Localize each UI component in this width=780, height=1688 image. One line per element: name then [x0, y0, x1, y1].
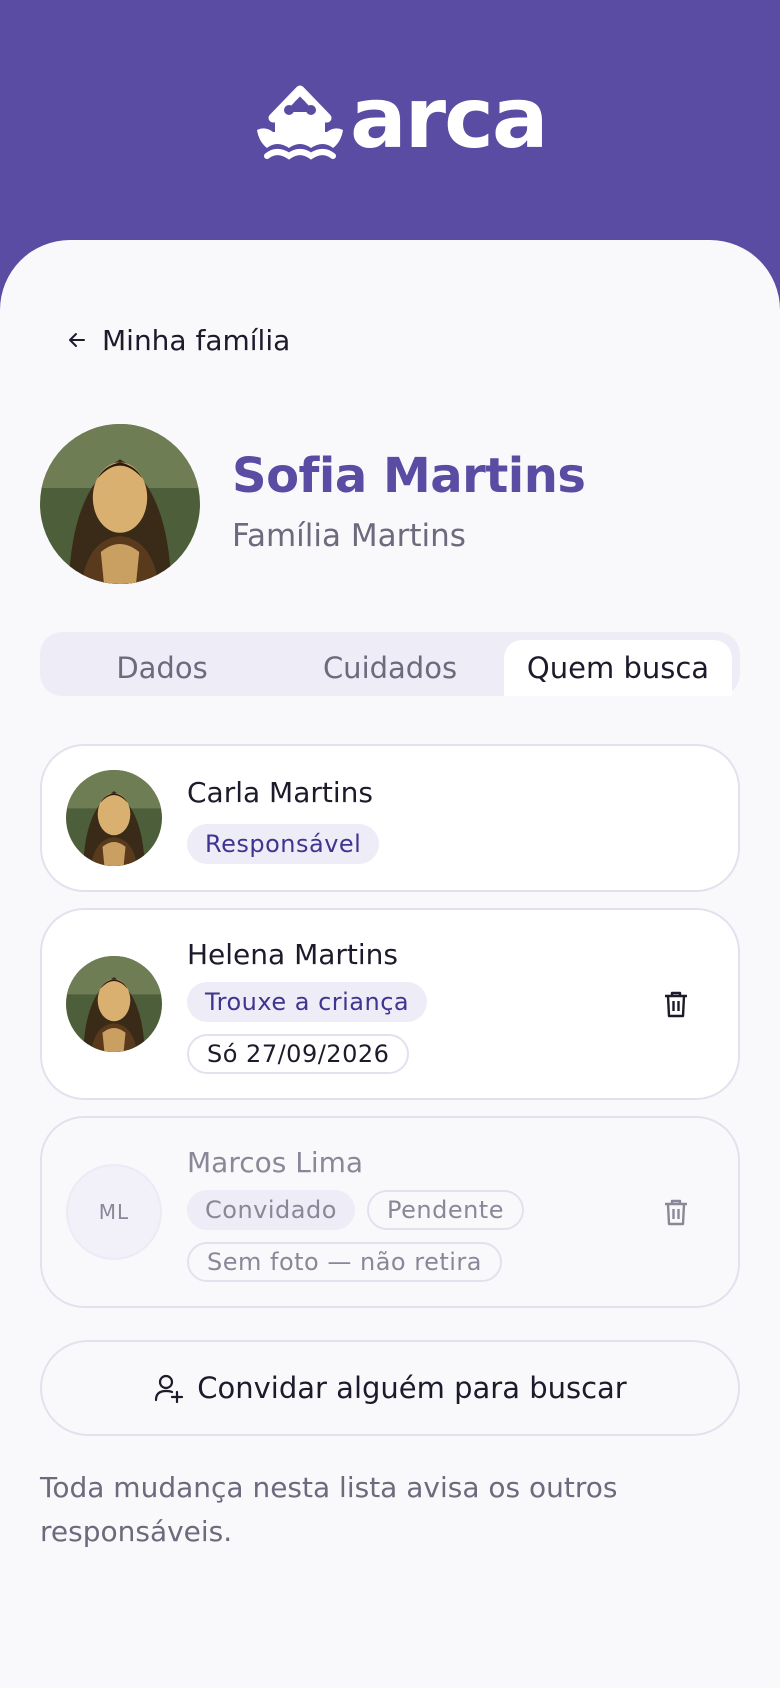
tab-dados[interactable]: Dados — [48, 640, 276, 696]
role-badge: Responsável — [187, 824, 380, 864]
trash-icon — [665, 991, 687, 1018]
back-label: Minha família — [102, 323, 291, 357]
pending-badge: Pendente — [367, 1190, 524, 1230]
tab-cuidados[interactable]: Cuidados — [276, 640, 504, 696]
add-user-icon — [155, 1374, 184, 1404]
invite-button[interactable]: Convidar alguém para buscar — [40, 1340, 740, 1436]
invite-label: Convidar alguém para buscar — [197, 1371, 627, 1405]
initials-avatar: ML — [66, 1164, 162, 1260]
arrow-left-icon — [69, 333, 85, 347]
pickup-name: Helena Martins — [187, 938, 399, 971]
pickup-name: Marcos Lima — [187, 1146, 364, 1179]
profile-name: Sofia Martins — [232, 448, 586, 504]
status-badge: Convidado — [187, 1190, 355, 1230]
tab-quem-busca[interactable]: Quem busca — [504, 640, 732, 696]
portrait-image — [66, 770, 162, 866]
pickup-avatar — [66, 956, 162, 1052]
arca-logo: arca — [253, 69, 549, 167]
pickup-card-helena[interactable]: Helena Martins Trouxe a criança Só 27/09… — [40, 908, 740, 1100]
brand-name: arca — [350, 69, 549, 167]
ark-logo-icon — [257, 85, 343, 160]
delete-button[interactable] — [660, 988, 692, 1020]
portrait-image — [40, 424, 200, 584]
profile-avatar — [40, 424, 200, 584]
status-badge: Trouxe a criança — [187, 982, 428, 1022]
date-limit-badge: Só 27/09/2026 — [187, 1034, 410, 1074]
profile-family: Família Martins — [232, 518, 466, 554]
app-header: arca — [0, 0, 780, 260]
delete-button[interactable] — [660, 1196, 692, 1228]
tab-bar: Dados Cuidados Quem busca — [40, 632, 740, 696]
pickup-name: Carla Martins — [187, 776, 373, 809]
trash-icon — [665, 1199, 687, 1226]
footnote-text: Toda mudança nesta lista avisa os outros… — [40, 1471, 618, 1548]
pickup-card-carla[interactable]: Carla Martins Responsável — [40, 744, 740, 892]
portrait-image — [66, 956, 162, 1052]
pickup-card-marcos[interactable]: ML Marcos Lima Convidado Pendente Sem fo… — [40, 1116, 740, 1308]
warning-badge: Sem foto — não retira — [187, 1242, 502, 1282]
back-button[interactable]: Minha família — [66, 322, 290, 358]
pickup-avatar — [66, 770, 162, 866]
